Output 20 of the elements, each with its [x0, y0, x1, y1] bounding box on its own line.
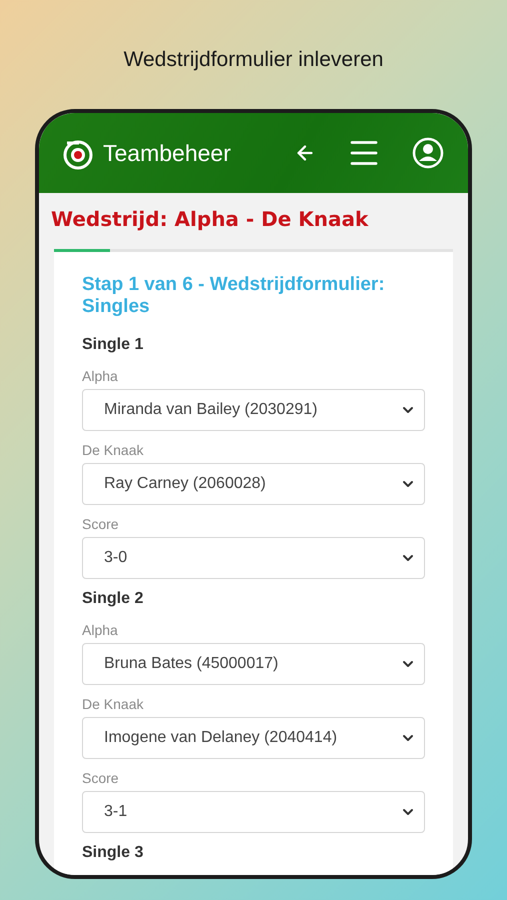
field-label: Alpha	[82, 368, 119, 384]
select-field[interactable]: 3-0	[82, 537, 425, 579]
select-field[interactable]: 3-1	[82, 791, 425, 833]
account-icon[interactable]	[412, 137, 444, 169]
select-field[interactable]: Miranda van Bailey (2030291)	[82, 389, 425, 431]
section-title: Single 3	[82, 844, 144, 862]
field-label: De Knaak	[82, 696, 144, 712]
section-title: Single 2	[82, 590, 144, 608]
select-field[interactable]: Ray Carney (2060028)	[82, 463, 425, 505]
step-title: Stap 1 van 6 - Wedstrijdformulier: Singles	[82, 274, 386, 318]
section-title: Single 1	[82, 336, 144, 354]
caption: Wedstrijdformulier inleveren	[124, 48, 384, 72]
field-label: Score	[82, 770, 120, 786]
select-field[interactable]: Imogene van Delaney (2040414)	[82, 717, 425, 759]
select-field[interactable]: Bruna Bates (45000017)	[82, 643, 425, 685]
field-label: Alpha	[82, 622, 119, 638]
field-label: Score	[82, 516, 120, 532]
app-name: Teambeheer	[103, 140, 232, 166]
match-title: Wedstrijd: Alpha - De Knaak	[51, 207, 370, 231]
field-label: De Knaak	[82, 442, 144, 458]
